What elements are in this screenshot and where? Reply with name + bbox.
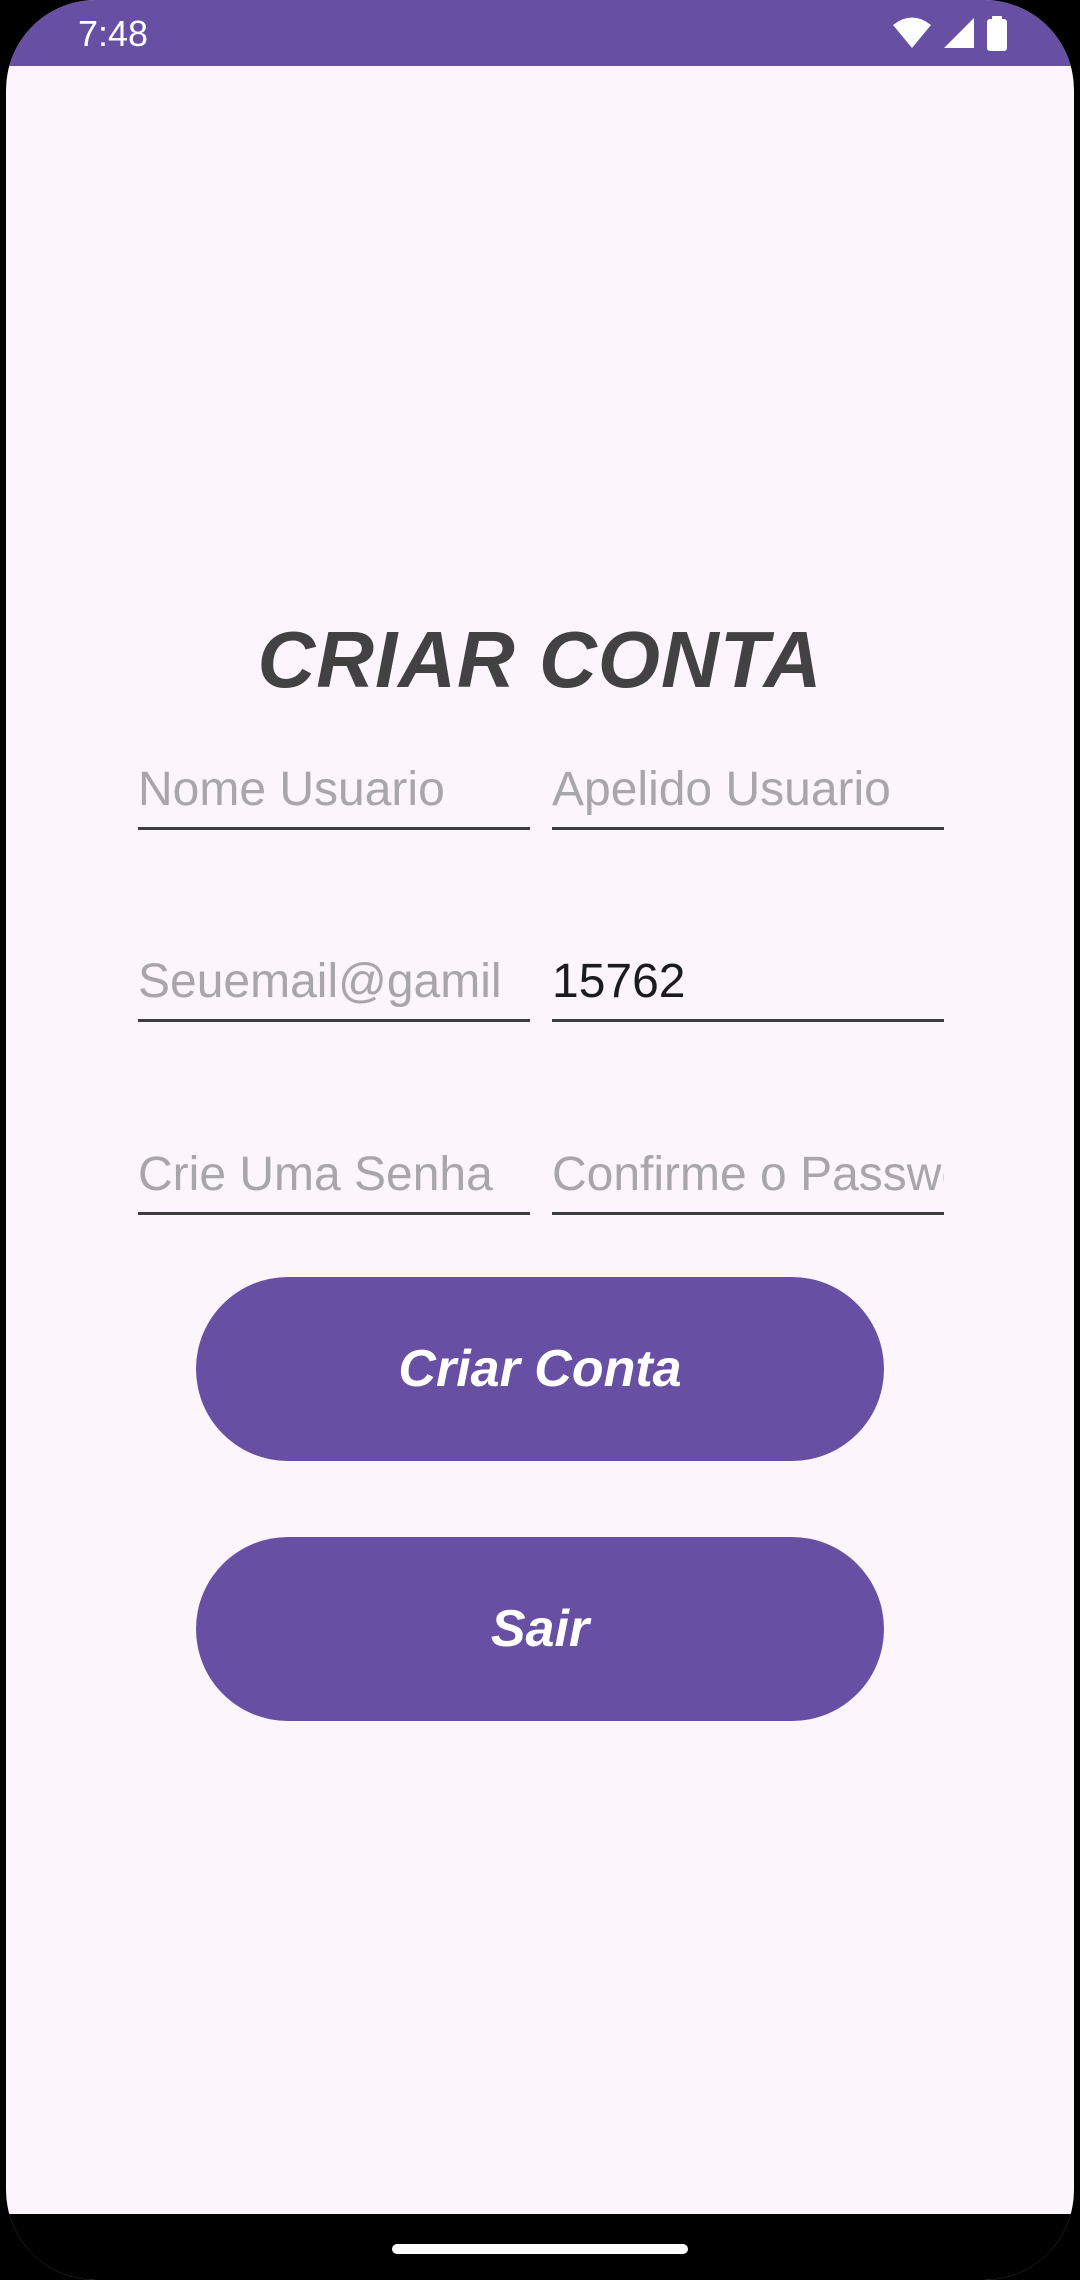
sair-button[interactable]: Sair: [196, 1537, 884, 1721]
app-screen: 7:48 CRIAR CONTA Nome Usuario Apelido Us…: [6, 0, 1074, 2280]
senha-input[interactable]: [138, 1137, 530, 1211]
nome-usuario-field[interactable]: [138, 752, 530, 830]
criar-conta-label: Criar Conta: [398, 1340, 682, 1398]
sair-label: Sair: [490, 1600, 590, 1658]
status-icons: [892, 16, 1008, 52]
wifi-icon: [892, 16, 932, 50]
apelido-usuario-field[interactable]: [552, 752, 944, 830]
battery-icon: [986, 16, 1008, 52]
page-title: CRIAR CONTA: [257, 615, 823, 704]
senha-field[interactable]: [138, 1137, 530, 1215]
home-gesture-handle[interactable]: [392, 2244, 688, 2254]
device-frame: 7:48 CRIAR CONTA Nome Usuario Apelido Us…: [0, 0, 1080, 2280]
apelido-usuario-input[interactable]: [552, 752, 944, 826]
confirmar-senha-input[interactable]: [552, 1137, 944, 1211]
numero-field[interactable]: [552, 944, 944, 1022]
confirmar-senha-field[interactable]: [552, 1137, 944, 1215]
criar-conta-button[interactable]: Criar Conta: [196, 1277, 884, 1461]
numero-input[interactable]: [552, 944, 944, 1018]
status-bar: 7:48: [6, 0, 1074, 66]
cellular-signal-icon: [942, 16, 976, 50]
email-input[interactable]: [138, 944, 530, 1018]
status-time: 7:48: [78, 13, 149, 54]
nome-usuario-input[interactable]: [138, 752, 530, 826]
email-field[interactable]: [138, 944, 530, 1022]
